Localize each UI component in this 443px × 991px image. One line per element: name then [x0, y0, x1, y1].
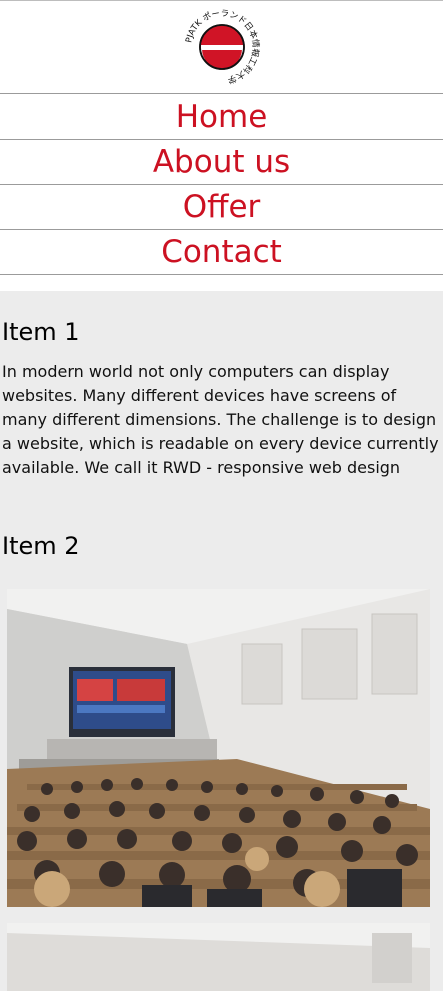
lecture-hall-image [7, 589, 430, 907]
main-nav: Home About us Offer Contact [0, 93, 443, 275]
nav-offer[interactable]: Offer [0, 185, 443, 230]
pjatk-logo[interactable]: PJATK ポーランド日本情報工科大学 [182, 7, 262, 87]
lecture-hall-image-2 [7, 923, 430, 991]
item-1: Item 1 In modern world not only computer… [0, 291, 443, 480]
lecture-hall-photo [7, 589, 430, 907]
nav-contact-label: Contact [161, 234, 282, 270]
logo-mark: PJATK ポーランド日本情報工科大学 [184, 9, 261, 86]
site-header: PJATK ポーランド日本情報工科大学 [0, 1, 443, 93]
item-1-title: Item 1 [2, 318, 80, 346]
lecture-hall-photo-2 [7, 923, 430, 991]
item-2: Item 2 [0, 480, 443, 991]
nav-home[interactable]: Home [0, 93, 443, 140]
nav-home-label: Home [175, 98, 268, 135]
nav-offer-label: Offer [182, 189, 261, 225]
nav-about-us-label: About us [152, 144, 291, 180]
nav-about-us[interactable]: About us [0, 140, 443, 185]
item-2-title: Item 2 [2, 532, 80, 560]
nav-contact[interactable]: Contact [0, 230, 443, 275]
nav-spacer [0, 275, 443, 291]
item-1-text: In modern world not only computers can d… [2, 362, 439, 477]
main-content: Item 1 In modern world not only computer… [0, 291, 443, 991]
